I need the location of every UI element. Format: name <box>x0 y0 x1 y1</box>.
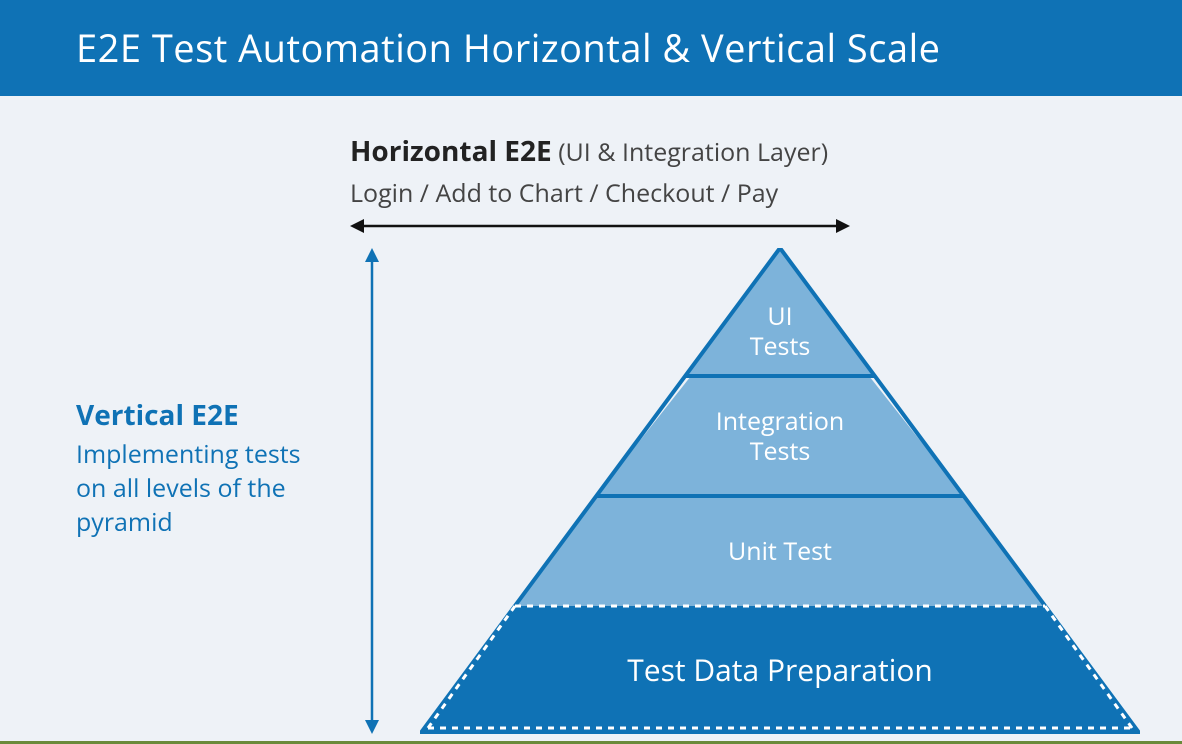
horizontal-e2e-examples: Login / Add to Chart / Checkout / Pay <box>350 176 828 210</box>
page-title: E2E Test Automation Horizontal & Vertica… <box>76 22 941 74</box>
pyramid-layer-label: Test Data Preparation <box>627 652 933 688</box>
header-bar: E2E Test Automation Horizontal & Vertica… <box>0 0 1182 96</box>
diagram-body: Horizontal E2E (UI & Integration Layer) … <box>0 96 1182 744</box>
vertical-e2e-description: Implementing tests on all levels of the … <box>76 438 326 539</box>
horizontal-e2e-block: Horizontal E2E (UI & Integration Layer) … <box>350 132 828 210</box>
horizontal-e2e-title: Horizontal E2E <box>350 132 552 170</box>
pyramid-layer-unit-test: Unit Test <box>515 496 1045 606</box>
pyramid-layer-test-data-preparation: Test Data Preparation <box>420 606 1140 734</box>
test-pyramid: UI Tests Integration Tests Unit Test Tes… <box>420 248 1140 734</box>
pyramid-layer-integration-tests: Integration Tests <box>596 376 964 496</box>
horizontal-arrow-icon <box>350 214 850 238</box>
pyramid-layer-label: Integration Tests <box>716 406 845 466</box>
vertical-e2e-block: Vertical E2E Implementing tests on all l… <box>76 396 326 539</box>
pyramid-layer-label: Unit Test <box>728 536 832 566</box>
pyramid-layer-ui-tests: UI Tests <box>685 248 875 376</box>
vertical-arrow-icon <box>360 248 384 734</box>
horizontal-e2e-subtitle: (UI & Integration Layer) <box>558 135 828 169</box>
pyramid-layer-label: UI Tests <box>750 301 811 361</box>
vertical-e2e-title: Vertical E2E <box>76 396 326 434</box>
